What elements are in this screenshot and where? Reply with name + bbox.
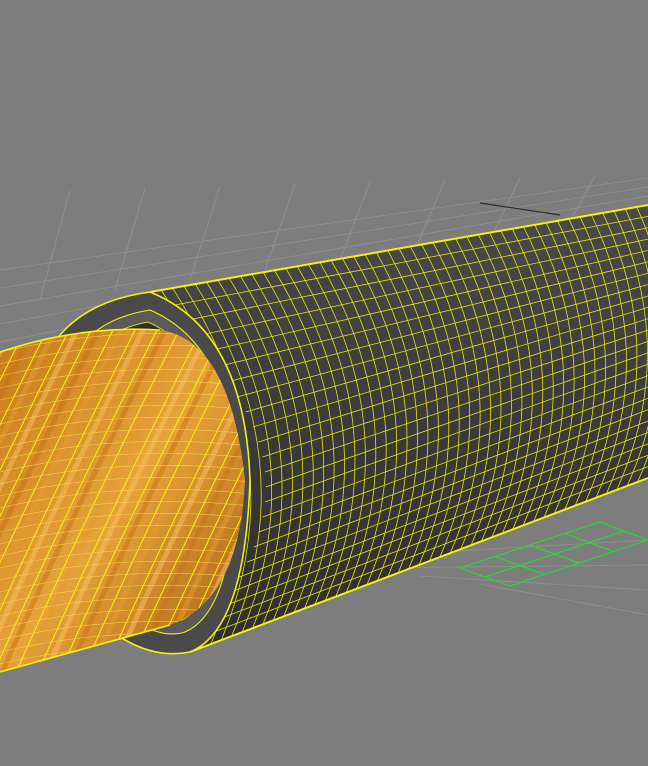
3d-viewport[interactable]: [0, 0, 648, 766]
strand-cross-line: [0, 681, 250, 700]
grid-line: [189, 185, 221, 281]
grid-line: [39, 189, 71, 301]
strand-cross-line: [0, 669, 245, 672]
grid-line: [114, 187, 146, 291]
grid-line: [414, 179, 446, 251]
green-grid-line: [484, 530, 625, 578]
world-axis-line: [479, 202, 561, 216]
viewport-canvas[interactable]: [0, 0, 648, 766]
